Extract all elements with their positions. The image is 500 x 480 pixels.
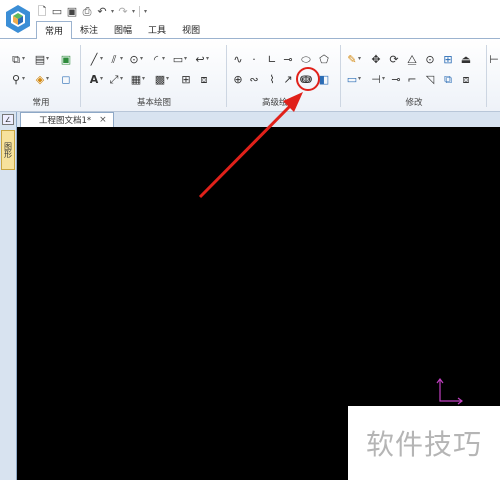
panel-toggle-button[interactable]: ∠ xyxy=(2,114,14,125)
dimension-icon[interactable]: ⊢ xyxy=(488,53,500,65)
point-mark-icon[interactable]: · xyxy=(248,53,260,65)
close-icon[interactable]: × xyxy=(99,115,107,125)
toolbar-separator xyxy=(139,5,141,17)
zigzag-icon[interactable]: ⌇ xyxy=(266,73,278,85)
centerline-icon[interactable]: ⤢ xyxy=(108,73,123,85)
tangent-icon[interactable]: ⊸ xyxy=(282,53,294,65)
arc-icon[interactable]: ◜ xyxy=(150,53,165,65)
match-properties-icon[interactable]: ◻ xyxy=(60,73,72,85)
group-separator xyxy=(486,45,487,107)
tab-frame[interactable]: 图幅 xyxy=(106,21,140,38)
tab-annotation[interactable]: 标注 xyxy=(72,21,106,38)
redo-icon[interactable]: ↷ xyxy=(117,5,129,17)
new-file-icon[interactable]: 🗋 xyxy=(36,5,48,17)
ellipse-icon[interactable]: ⬭ xyxy=(300,53,312,65)
document-tab-bar: 工程图文档1* × xyxy=(0,112,500,127)
group-separator xyxy=(340,45,341,107)
layer-icon[interactable]: ▣ xyxy=(60,53,72,65)
table-icon[interactable]: ⊞ xyxy=(180,73,192,85)
group-separator xyxy=(80,45,81,107)
left-side-panel: ∠ 图形 xyxy=(0,112,17,480)
redo-dropdown-icon[interactable]: ▾ xyxy=(132,8,135,15)
quick-access-toolbar: 🗋 ▭ ▣ ⎙ ↶ ▾ ↷ ▾ ▾ xyxy=(36,2,147,20)
parallel-line-icon[interactable]: ⫽ xyxy=(108,53,123,65)
section-icon[interactable]: ◧ xyxy=(318,73,330,85)
properties-icon[interactable]: ◈ xyxy=(34,73,49,85)
group-advanced-draw: ∿ · ∟ ⊸ ⬭ ⬠ ⊕ ∾ ⌇ ↗ ↈ ◧ 高级绘 xyxy=(230,39,338,111)
line-icon[interactable]: ╱ xyxy=(88,53,103,65)
panel-tab-graphics[interactable]: 图形 xyxy=(1,130,15,170)
trim-icon[interactable]: ▭ xyxy=(346,73,361,85)
point-icon[interactable]: ⧈ xyxy=(198,73,210,85)
angle-line-icon[interactable]: ∟ xyxy=(266,53,278,65)
arrow-line-icon[interactable]: ↗ xyxy=(282,73,294,85)
group-label-basic-draw: 基本绘图 xyxy=(136,98,171,108)
erase-icon[interactable]: ✎ xyxy=(346,53,361,65)
open-folder-icon[interactable]: ▭ xyxy=(51,5,63,17)
rotate-icon[interactable]: ⟳ xyxy=(388,53,400,65)
tab-view[interactable]: 视图 xyxy=(174,21,208,38)
ribbon-panel: ⧉ ▤ ▣ ⚲ ◈ ◻ 常用 ╱ ⫽ ⊙ ◜ ▭ ↩ A ⤢ ▦ ▩ ⊞ ⧈ 基… xyxy=(0,38,500,112)
break-icon[interactable]: ⊸ xyxy=(390,73,402,85)
group-label-common: 常用 xyxy=(32,98,50,108)
scale-icon[interactable]: ⏏ xyxy=(460,53,472,65)
fillet-icon[interactable]: ⌐ xyxy=(406,73,418,85)
save-icon[interactable]: ▣ xyxy=(66,5,78,17)
tab-tools[interactable]: 工具 xyxy=(140,21,174,38)
circle-icon[interactable]: ⊙ xyxy=(128,53,143,65)
hatch-icon[interactable]: ▦ xyxy=(130,73,145,85)
undo-dropdown-icon[interactable]: ▾ xyxy=(111,8,114,15)
wave-icon[interactable]: ∾ xyxy=(248,73,260,85)
ucs-axis-icon xyxy=(436,378,463,405)
group-common: ⧉ ▤ ▣ ⚲ ◈ ◻ 常用 xyxy=(6,39,76,111)
group-modify: ✎ ✥ ⟳ ⧋ ⊙ ⊞ ⏏ ▭ ⊣ ⊸ ⌐ ◹ ⧉ ⧈ 修改 xyxy=(344,39,484,111)
chamfer-icon[interactable]: ◹ xyxy=(424,73,436,85)
polygon-icon[interactable]: ⬠ xyxy=(318,53,330,65)
spring-icon[interactable]: ⊕ xyxy=(232,73,244,85)
rectangle-icon[interactable]: ▭ xyxy=(172,53,187,65)
paste-icon[interactable]: ▤ xyxy=(34,53,49,65)
explode-icon[interactable]: ⧈ xyxy=(460,73,472,85)
copy-icon[interactable]: ⧉ xyxy=(10,53,25,65)
block-icon[interactable]: ▩ xyxy=(154,73,169,85)
text-icon[interactable]: A xyxy=(88,73,103,85)
ribbon-tab-bar: 常用 标注 图幅 工具 视图 xyxy=(36,21,208,39)
move-icon[interactable]: ✥ xyxy=(370,53,382,65)
undo-icon[interactable]: ↶ xyxy=(96,5,108,17)
document-tab-title: 工程图文档1* xyxy=(39,116,92,126)
group-label-modify: 修改 xyxy=(405,98,423,108)
group-label-advanced-draw: 高级绘 xyxy=(262,98,288,108)
group-basic-draw: ╱ ⫽ ⊙ ◜ ▭ ↩ A ⤢ ▦ ▩ ⊞ ⧈ 基本绘图 xyxy=(84,39,224,111)
app-logo-icon[interactable] xyxy=(3,3,33,35)
watermark: 软件技巧 xyxy=(348,406,500,480)
mirror-icon[interactable]: ⧋ xyxy=(406,53,418,65)
customize-toolbar-icon[interactable]: ▾ xyxy=(144,8,147,15)
print-icon[interactable]: ⎙ xyxy=(81,5,93,17)
stretch-icon[interactable]: ⧉ xyxy=(442,73,454,85)
group-separator xyxy=(226,45,227,107)
extend-icon[interactable]: ⊣ xyxy=(370,73,385,85)
spline-icon[interactable]: ∿ xyxy=(232,53,244,65)
polyline-icon[interactable]: ↩ xyxy=(194,53,209,65)
array-icon[interactable]: ⊞ xyxy=(442,53,454,65)
zoom-icon[interactable]: ⚲ xyxy=(10,73,25,85)
break-line-icon[interactable]: ↈ xyxy=(300,73,312,85)
offset-icon[interactable]: ⊙ xyxy=(424,53,436,65)
tab-common[interactable]: 常用 xyxy=(36,21,73,39)
document-tab[interactable]: 工程图文档1* × xyxy=(20,112,114,127)
